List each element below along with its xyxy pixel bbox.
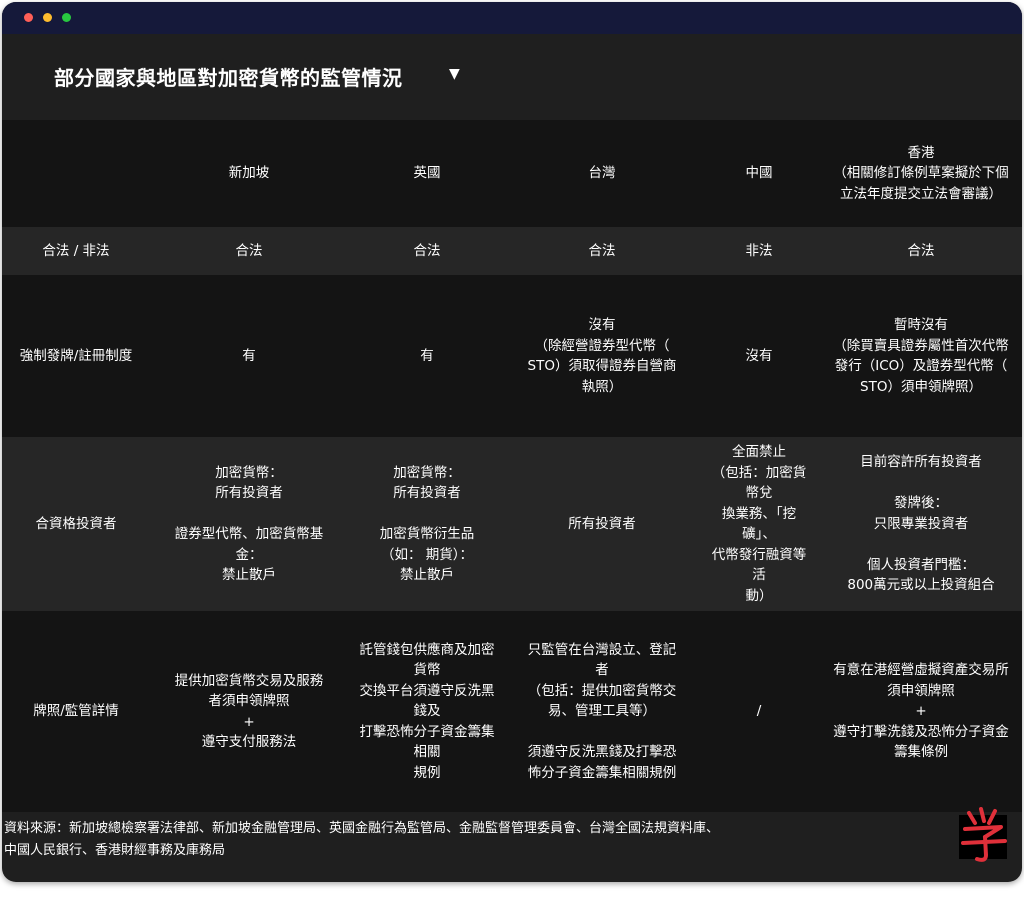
table-row: 合法 / 非法 合法 合法 合法 非法 合法: [2, 227, 1022, 275]
close-window-button[interactable]: [24, 13, 33, 22]
table-cell: 沒有: [698, 275, 820, 437]
table-cell: 全面禁止 （包括：加密貨幣兌 換業務、「挖礦」、 代幣發行融資等活 動）: [698, 437, 820, 611]
header-cell-uk: 英國: [348, 120, 506, 227]
table-cell: 非法: [698, 227, 820, 275]
table-cell: 託管錢包供應商及加密貨幣 交換平台須遵守反洗黑錢及 打擊恐怖分子資金籌集相關 規…: [348, 611, 506, 812]
row-label: 合資格投資者: [2, 437, 150, 611]
source-note: 資料來源：新加坡總檢察署法律部、新加坡金融管理局、英國金融行為監管局、金融監督管…: [4, 821, 720, 858]
table-cell: 只監管在台灣設立、登記 者 （包括：提供加密貨幣交 易、管理工具等） 須遵守反洗…: [506, 611, 698, 812]
row-label: 合法 / 非法: [2, 227, 150, 275]
table-cell: 有: [348, 275, 506, 437]
table-cell: 沒有 （除經營證券型代幣（ STO）須取得證券自營商 執照）: [506, 275, 698, 437]
header-cell-empty: [2, 120, 150, 227]
header: 部分國家與地區對加密貨幣的監管情況 ▼: [2, 34, 1022, 120]
table-cell: 有意在港經營虛擬資產交易所 須申領牌照 + 遵守打擊洗錢及恐怖分子資金 籌集條例: [820, 611, 1022, 812]
header-cell-singapore: 新加坡: [150, 120, 348, 227]
table-cell: 合法: [820, 227, 1022, 275]
table-cell: 提供加密貨幣交易及服務 者須申領牌照 + 遵守支付服務法: [150, 611, 348, 812]
table-cell: 合法: [506, 227, 698, 275]
table-cell: /: [698, 611, 820, 812]
brand-logo-icon: [959, 807, 1007, 862]
table-cell: 暫時沒有 （除買賣具證券屬性首次代幣 發行（ICO）及證券型代幣（ STO）須申…: [820, 275, 1022, 437]
header-cell-china: 中國: [698, 120, 820, 227]
header-cell-hongkong: 香港 （相關修訂條例草案擬於下個 立法年度提交立法會審議）: [820, 120, 1022, 227]
table-header-row: 新加坡 英國 台灣 中國 香港 （相關修訂條例草案擬於下個 立法年度提交立法會審…: [2, 120, 1022, 227]
table-cell: 目前容許所有投資者 發牌後： 只限專業投資者 個人投資者門檻： 800萬元或以上…: [820, 437, 1022, 611]
app-window: 部分國家與地區對加密貨幣的監管情況 ▼ 新加坡 英國 台灣 中國 香港 （相關修…: [2, 2, 1022, 882]
table-cell: 所有投資者: [506, 437, 698, 611]
table-row: 牌照/監管詳情 提供加密貨幣交易及服務 者須申領牌照 + 遵守支付服務法 託管錢…: [2, 611, 1022, 812]
table-row: 強制發牌/註冊制度 有 有 沒有 （除經營證券型代幣（ STO）須取得證券自營商…: [2, 275, 1022, 437]
row-label: 強制發牌/註冊制度: [2, 275, 150, 437]
table-cell: 加密貨幣： 所有投資者 證券型代幣、加密貨幣基 金： 禁止散戶: [150, 437, 348, 611]
dropdown-caret-icon[interactable]: ▼: [449, 66, 460, 82]
page-title: 部分國家與地區對加密貨幣的監管情況: [54, 66, 403, 90]
title-bar: [2, 2, 1022, 34]
table-cell: 有: [150, 275, 348, 437]
maximize-window-button[interactable]: [62, 13, 71, 22]
table-cell: 合法: [150, 227, 348, 275]
table-row: 合資格投資者 加密貨幣： 所有投資者 證券型代幣、加密貨幣基 金： 禁止散戶 加…: [2, 437, 1022, 611]
row-label: 牌照/監管詳情: [2, 611, 150, 812]
regulation-table: 新加坡 英國 台灣 中國 香港 （相關修訂條例草案擬於下個 立法年度提交立法會審…: [2, 120, 1022, 812]
header-cell-taiwan: 台灣: [506, 120, 698, 227]
minimize-window-button[interactable]: [43, 13, 52, 22]
table-cell: 合法: [348, 227, 506, 275]
table-cell: 加密貨幣： 所有投資者 加密貨幣衍生品 （如： 期貨）： 禁止散戶: [348, 437, 506, 611]
